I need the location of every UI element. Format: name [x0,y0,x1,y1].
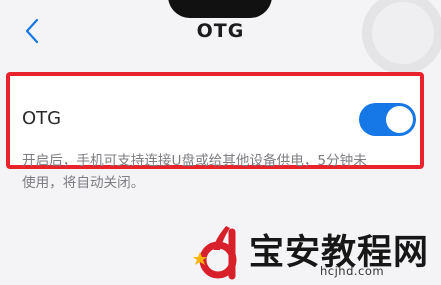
watermark-logo-icon [193,226,237,280]
description-line-1: 开启后，手机可支持连接U盘或给其他设备供电，5分钟未 [22,153,367,169]
site-watermark: 宝安教程网 hcjhd.com [192,222,432,285]
otg-description: 开启后，手机可支持连接U盘或给其他设备供电，5分钟未 使用，将自动关闭。 [22,150,432,194]
watermark-url: hcjhd.com [320,264,385,278]
description-line-2: 使用，将自动关闭。 [22,175,145,191]
header-bar: OTG [0,0,441,70]
page-title: OTG [196,20,245,42]
